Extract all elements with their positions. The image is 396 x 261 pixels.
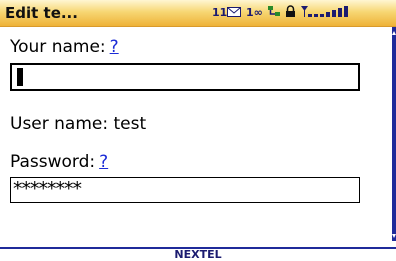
- signal-strength-icon: [301, 5, 353, 21]
- your-name-label-row: Your name:?: [10, 37, 119, 57]
- carrier-name: NEXTEL: [174, 248, 222, 261]
- password-label-row: Password:?: [10, 152, 108, 172]
- scrollbar[interactable]: [392, 27, 396, 241]
- username-text: User name: test: [10, 114, 147, 134]
- your-name-help-link[interactable]: ?: [110, 37, 119, 57]
- scroll-down-icon[interactable]: [392, 234, 396, 238]
- scroll-up-icon[interactable]: [392, 31, 396, 35]
- password-help-link[interactable]: ?: [99, 152, 108, 172]
- title-bar: Edit te... 11 1∞: [0, 0, 396, 27]
- lock-icon: [285, 5, 296, 21]
- password-input[interactable]: ********: [10, 177, 360, 203]
- envelope-icon: [227, 7, 241, 20]
- data-indicator: 1∞: [246, 6, 263, 19]
- carrier-bar: NEXTEL: [0, 247, 396, 261]
- password-value: ********: [13, 178, 82, 200]
- password-label: Password:: [10, 152, 96, 172]
- network-icon: [267, 5, 281, 21]
- message-count: 11: [212, 6, 228, 19]
- text-caret: [17, 68, 23, 86]
- your-name-input[interactable]: [10, 63, 360, 91]
- screen-title: Edit te...: [5, 4, 78, 22]
- your-name-label: Your name:: [10, 37, 106, 57]
